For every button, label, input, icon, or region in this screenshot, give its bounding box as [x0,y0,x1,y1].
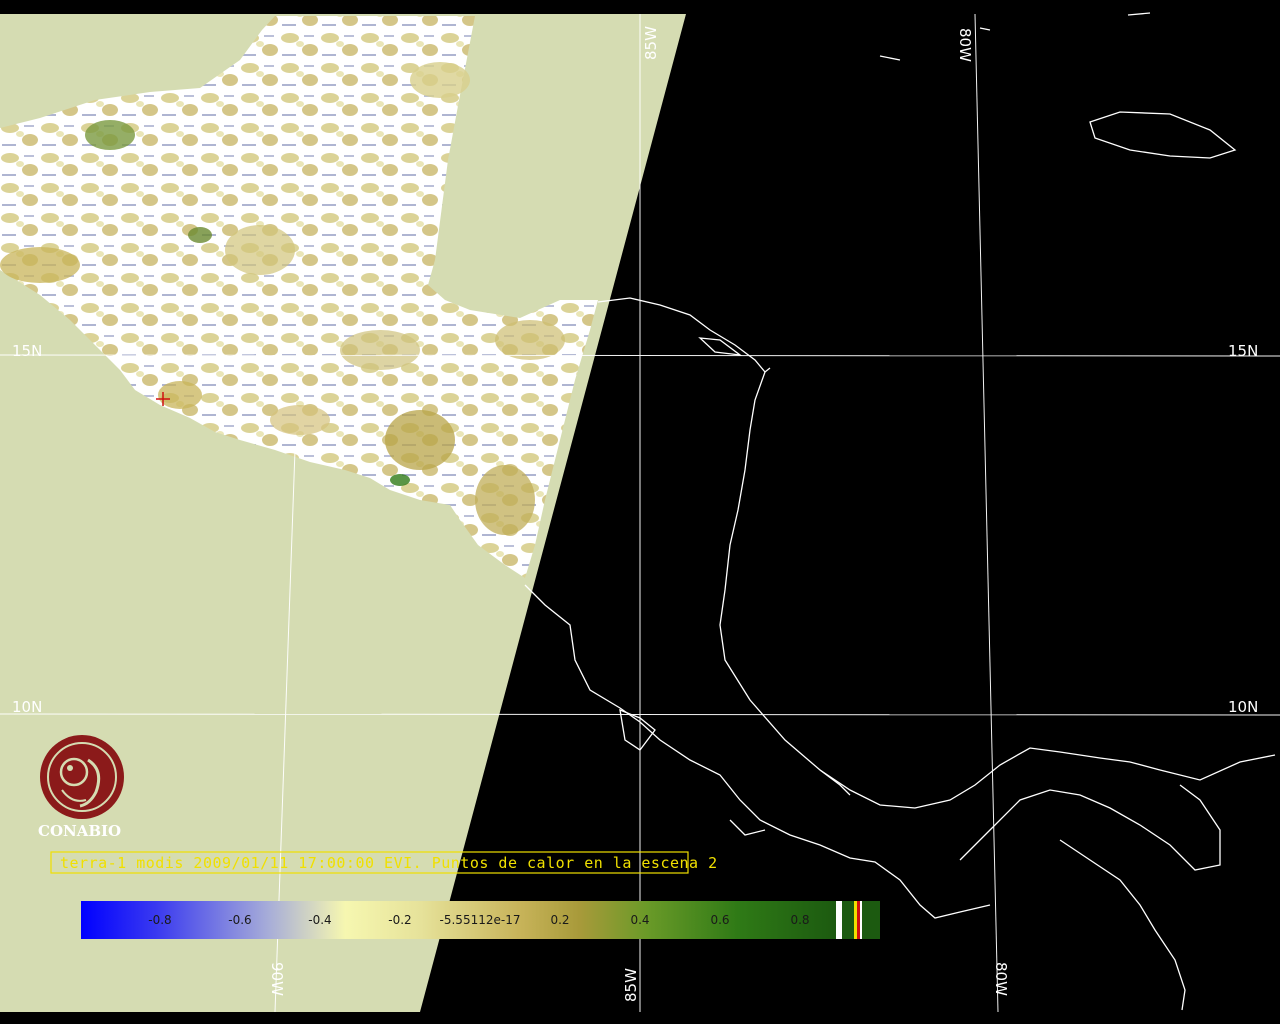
lon-80w-bottom-label: 80W [992,962,1010,996]
caption: terra-1 modis 2009/01/11 17:00:00 EVI. P… [60,854,718,872]
lat-10n-left-label: 10N [12,698,42,716]
colorbar-tick-label: 0.4 [630,913,649,927]
satellite-map: 85W 80W 90W 85W 80W 15N 15N 10N 10N CONA… [0,0,1280,1024]
lat-15n-right-label: 15N [1228,342,1258,360]
logo-text: CONABIO [38,822,121,840]
lon-90w-bottom-label: 90W [268,962,286,996]
colorbar-tick-label: 0.2 [550,913,569,927]
colorbar-red-swatch [857,901,860,939]
lon-80w-top-label: 80W [956,28,974,62]
colorbar-tick-label: -0.2 [388,913,411,927]
colorbar-tick-label: -0.4 [308,913,331,927]
colorbar-white-swatch-2 [860,901,862,939]
colorbar-tick-label: -0.8 [148,913,171,927]
colorbar-white-swatch [836,901,842,939]
lat-10n-right-label: 10N [1228,698,1258,716]
colorbar-tick-label: 0.8 [790,913,809,927]
conabio-macaw-logo-icon [40,735,124,819]
colorbar: -0.8 -0.6 -0.4 -0.2 -5.55112e-17 0.2 0.4 0.6 0.8 [81,901,880,939]
colorbar-yellow-swatch [854,901,857,939]
colorbar-tick-label: -5.55112e-17 [440,913,521,927]
lat-15n-left-label: 15N [12,342,42,360]
lon-85w-top-label: 85W [642,26,660,60]
colorbar-tick-label: -0.6 [228,913,251,927]
colorbar-tick-label: 0.6 [710,913,729,927]
lon-85w-bottom-label: 85W [622,968,640,1002]
